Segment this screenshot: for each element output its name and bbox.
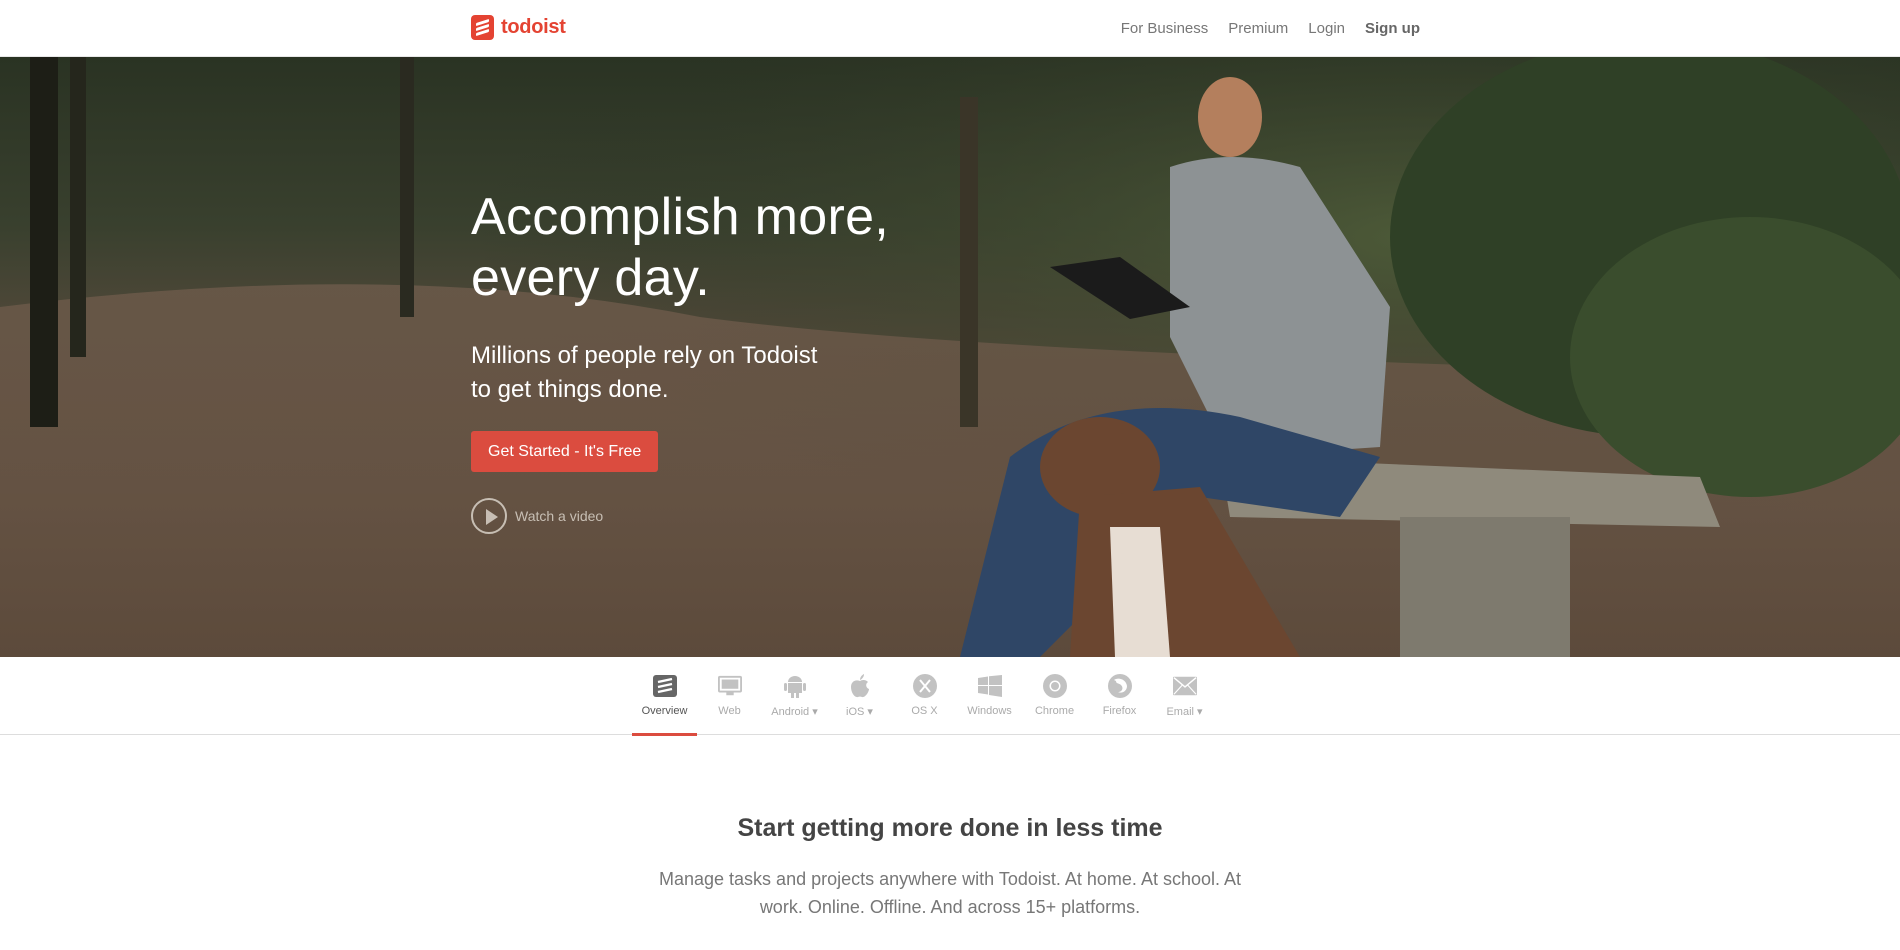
nav-sign-up[interactable]: Sign up: [1365, 20, 1420, 37]
hero-headline: Accomplish more, every day.: [471, 187, 991, 309]
play-icon: [471, 498, 507, 534]
firefox-icon: [1107, 674, 1132, 698]
nav-login[interactable]: Login: [1308, 20, 1345, 37]
tab-web[interactable]: Web: [697, 657, 762, 735]
description-line-1: Manage tasks and projects anywhere with …: [659, 869, 1241, 889]
tab-ios[interactable]: iOS ▾: [827, 657, 892, 735]
tab-label: OS X: [911, 705, 938, 717]
tab-android[interactable]: Android ▾: [762, 657, 827, 735]
monitor-icon: [717, 674, 742, 698]
hero-subheadline: Millions of people rely on Todoist to ge…: [471, 339, 991, 407]
tab-overview[interactable]: Overview: [632, 657, 697, 736]
platform-tabs: Overview Web Android ▾ iOS ▾ OS X Window…: [0, 657, 1900, 736]
todoist-icon: [652, 674, 677, 698]
tab-label: Chrome: [1034, 705, 1075, 717]
top-navigation: todoist For Business Premium Login Sign …: [0, 0, 1900, 57]
chrome-icon: [1042, 674, 1067, 698]
tab-email[interactable]: Email ▾: [1152, 657, 1217, 735]
hero-content: Accomplish more, every day. Millions of …: [471, 187, 991, 534]
headline-line-1: Accomplish more,: [471, 188, 890, 246]
tab-label: Firefox: [1102, 705, 1137, 717]
header-nav: For Business Premium Login Sign up: [1121, 20, 1420, 37]
tab-label: Web: [718, 705, 741, 717]
windows-icon: [977, 674, 1002, 698]
osx-icon: [912, 674, 937, 698]
email-icon: [1172, 674, 1197, 698]
nav-for-business[interactable]: For Business: [1121, 20, 1209, 37]
tab-label: Overview: [641, 705, 688, 717]
watch-video-link[interactable]: Watch a video: [471, 498, 991, 534]
subheadline-line-2: to get things done.: [471, 376, 669, 403]
tab-label: iOS ▾: [846, 706, 873, 718]
section-title: Start getting more done in less time: [737, 814, 1163, 842]
tab-label: Android ▾: [771, 706, 818, 718]
hero-section: Accomplish more, every day. Millions of …: [0, 57, 1900, 657]
get-started-button[interactable]: Get Started - It's Free: [471, 431, 659, 472]
tab-windows[interactable]: Windows: [957, 657, 1022, 735]
tab-label: Email ▾: [1166, 706, 1203, 718]
android-icon: [783, 674, 807, 698]
intro-section: Start getting more done in less time Man…: [0, 736, 1900, 921]
apple-icon: [848, 674, 872, 698]
tab-firefox[interactable]: Firefox: [1087, 657, 1152, 735]
subheadline-line-1: Millions of people rely on Todoist: [471, 342, 818, 369]
description-line-2: work. Online. Offline. And across 15+ pl…: [759, 897, 1141, 917]
watch-video-label: Watch a video: [515, 508, 604, 524]
headline-line-2: every day.: [471, 249, 711, 307]
nav-premium[interactable]: Premium: [1228, 20, 1288, 37]
tab-chrome[interactable]: Chrome: [1022, 657, 1087, 735]
tab-label: Windows: [967, 705, 1012, 717]
logo-text: todoist: [501, 15, 566, 38]
todoist-logo-icon: [471, 14, 494, 40]
section-description: Manage tasks and projects anywhere with …: [620, 865, 1280, 921]
todoist-logo[interactable]: todoist: [471, 14, 566, 40]
tab-osx[interactable]: OS X: [892, 657, 957, 735]
